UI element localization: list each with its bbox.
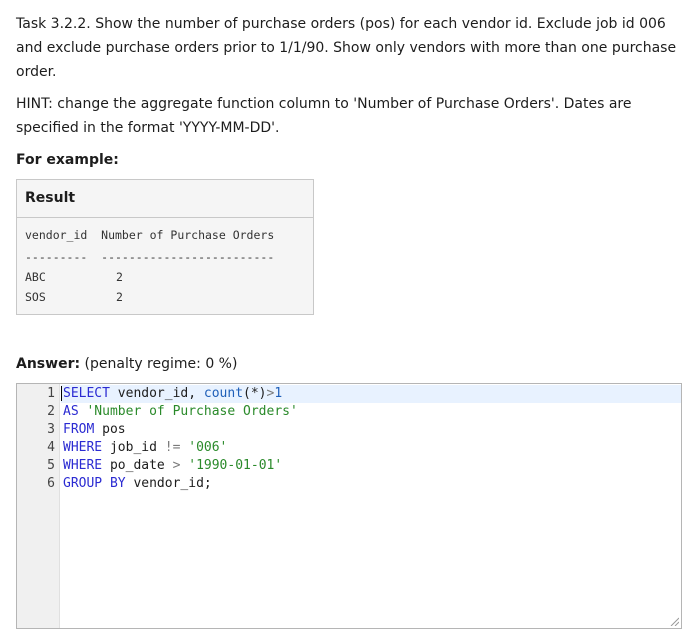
- result-divider-line: --------- -------------------------: [25, 250, 275, 264]
- task-text: Task 3.2.2. Show the number of purchase …: [16, 16, 677, 80]
- answer-label: Answer: (penalty regime: 0 %): [16, 352, 237, 376]
- answer-title: Answer:: [16, 356, 81, 372]
- line-number: 5: [47, 458, 55, 473]
- code-line: GROUP BY vendor_id;: [63, 475, 212, 493]
- code-line: AS 'Number of Purchase Orders': [63, 403, 298, 421]
- code-token: job_id: [102, 440, 165, 455]
- line-number: 6: [47, 476, 55, 491]
- code-token: '006': [188, 440, 228, 455]
- result-row-count: 2: [116, 270, 123, 284]
- example-result-table: Result vendor_id Number of Purchase Orde…: [16, 179, 314, 315]
- sql-answer-editor[interactable]: 1 2 3 4 5 6 SELECT vendor_id, count(*)>1…: [16, 383, 682, 629]
- line-number: 4: [47, 440, 55, 455]
- line-number: 3: [47, 422, 55, 437]
- code-token: !=: [164, 440, 181, 455]
- result-title: Result: [17, 180, 313, 218]
- code-token: vendor_id,: [109, 386, 204, 401]
- code-token: vendor_id;: [125, 476, 212, 491]
- code-token: po_date: [102, 458, 173, 473]
- code-line: FROM pos: [63, 421, 126, 439]
- result-header-line: vendor_id Number of Purchase Orders: [25, 228, 275, 242]
- example-label: For example:: [16, 152, 119, 168]
- penalty-regime: (penalty regime: 0 %): [84, 356, 238, 372]
- code-token: pos: [94, 422, 126, 437]
- code-area[interactable]: SELECT vendor_id, count(*)>1 AS 'Number o…: [61, 384, 681, 628]
- code-token: WHERE: [63, 440, 103, 455]
- code-token: (*): [243, 386, 267, 401]
- hint-text: HINT: change the aggregate function colu…: [16, 96, 632, 136]
- resize-handle-icon[interactable]: [669, 616, 679, 626]
- code-token: WHERE: [63, 458, 103, 473]
- text-cursor: [61, 386, 62, 401]
- result-row-vendor: SOS: [25, 290, 46, 304]
- code-token: 'Number of Purchase Orders': [86, 404, 298, 419]
- code-token: AS: [63, 404, 79, 419]
- code-token: 1: [274, 386, 283, 401]
- code-line: WHERE po_date > '1990-01-01': [63, 457, 282, 475]
- line-number-gutter: 1 2 3 4 5 6: [17, 384, 60, 628]
- code-line: SELECT vendor_id, count(*)>1: [63, 385, 282, 403]
- result-row-count: 2: [116, 290, 123, 304]
- code-token: '1990-01-01': [188, 458, 283, 473]
- line-number: 2: [47, 404, 55, 419]
- line-number: 1: [47, 386, 55, 401]
- code-token: count: [203, 386, 244, 401]
- code-token: SELECT: [63, 386, 110, 401]
- code-token: FROM: [63, 422, 95, 437]
- code-token: GROUP BY: [63, 476, 126, 491]
- code-line: WHERE job_id != '006': [63, 439, 227, 457]
- result-row-vendor: ABC: [25, 270, 46, 284]
